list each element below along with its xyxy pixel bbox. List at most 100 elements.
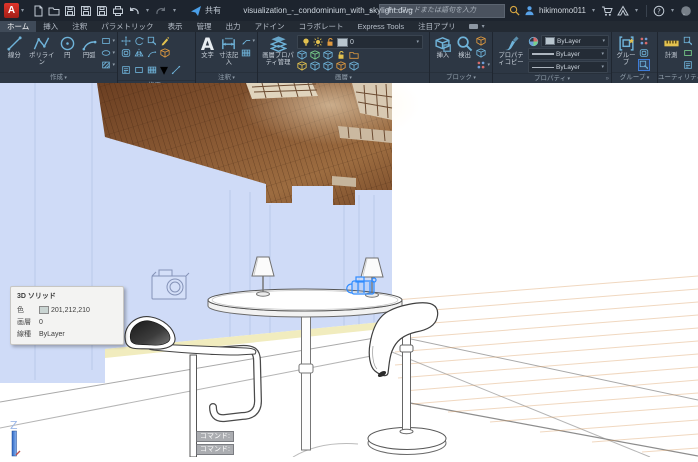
tab-home[interactable]: ホーム	[0, 21, 36, 32]
hatch-tool[interactable]: ▾	[101, 60, 115, 70]
ellipse-tool[interactable]: ▾	[101, 48, 115, 58]
scale-tool-icon[interactable]	[134, 65, 144, 75]
stretch-tool-icon[interactable]	[121, 65, 131, 75]
block-attributes-tool[interactable]: ▾	[476, 60, 490, 70]
panel-label-layers[interactable]: 画層	[258, 72, 429, 83]
panel-annotation: 文字 寸法記入 ▾ 注釈	[196, 32, 258, 83]
open-file-icon[interactable]	[48, 5, 60, 17]
group-edit-tool[interactable]	[639, 48, 649, 58]
panel-label-utilities[interactable]: ユーティリティ	[658, 72, 698, 83]
text-button[interactable]: 文字	[199, 34, 216, 61]
arc-button[interactable]: 円弧	[79, 34, 100, 61]
group-selection-toggle[interactable]	[639, 60, 649, 70]
match-properties-button[interactable]: プロパティコピー	[496, 34, 526, 67]
tab-express-tools[interactable]: Express Tools	[351, 21, 412, 32]
layer-thaw-tool-icon[interactable]	[323, 61, 333, 71]
rectangle-tool[interactable]: ▾	[101, 36, 115, 46]
quick-calc-tool[interactable]	[683, 48, 693, 58]
table-tool[interactable]	[241, 48, 255, 58]
panel-label-draw[interactable]: 作成	[0, 72, 117, 83]
layer-thaw-sun-icon	[313, 37, 323, 47]
layer-walk-tool-icon[interactable]	[349, 61, 359, 71]
save-all-icon[interactable]	[96, 5, 108, 17]
undo-icon[interactable]	[128, 5, 140, 17]
leader-tool[interactable]: ▾	[241, 36, 255, 46]
layer-dropdown-caret-icon[interactable]: ▾	[416, 39, 419, 45]
layer-unlock-tool-icon[interactable]	[336, 61, 346, 71]
tab-addins[interactable]: アドイン	[248, 21, 292, 32]
new-file-icon[interactable]	[32, 5, 44, 17]
trim-tool-icon[interactable]	[147, 36, 157, 46]
drawing-viewport[interactable]: Z 3D ソリッド 色 201,212,210 画層 0 線種 ByLayer	[0, 83, 698, 457]
array-caret-icon[interactable]: ▾	[160, 60, 168, 80]
app-menu-button[interactable]: A	[4, 3, 19, 18]
username[interactable]: hikimomo011	[539, 6, 586, 15]
explode-tool-icon[interactable]	[160, 48, 170, 58]
polyline-button[interactable]: ポリライン	[28, 34, 56, 67]
save-icon[interactable]	[64, 5, 76, 17]
help-caret-icon[interactable]: ▾	[671, 7, 674, 14]
circle-button[interactable]: 円	[58, 34, 77, 61]
share-button[interactable]: 共有	[190, 5, 221, 17]
tab-annotate[interactable]: 注釈	[65, 21, 94, 32]
dimension-button[interactable]: 寸法記入	[218, 34, 239, 67]
ribbon-display-toggle[interactable]: ▾	[463, 21, 493, 32]
id-point-tool[interactable]	[683, 60, 693, 70]
help-icon[interactable]	[653, 5, 665, 17]
fillet-tool-icon[interactable]	[147, 48, 157, 58]
app-menu-caret-icon[interactable]: ▾	[21, 7, 24, 14]
qat-customize-caret-icon[interactable]: ▾	[173, 7, 176, 14]
lineweight-dropdown[interactable]: ByLayer ▾	[528, 48, 608, 60]
layer-unisolate-tool-icon[interactable]	[310, 61, 320, 71]
autodesk-caret-icon[interactable]: ▾	[635, 7, 638, 14]
block-define-tool[interactable]	[476, 48, 490, 58]
undo-caret-icon[interactable]: ▾	[146, 7, 149, 14]
measure-button[interactable]: 計測	[661, 34, 681, 61]
lengthen-tool-icon[interactable]	[171, 65, 181, 75]
tab-output[interactable]: 出力	[219, 21, 248, 32]
color-wheel-icon[interactable]	[528, 36, 539, 47]
block-edit-tool[interactable]	[476, 36, 490, 46]
mirror-tool-icon[interactable]	[134, 48, 144, 58]
array-tool-icon[interactable]	[147, 65, 157, 75]
plot-icon[interactable]	[112, 5, 124, 17]
layer-properties-button[interactable]: 画層プロパティ管理	[261, 34, 295, 67]
layer-dropdown[interactable]: 0 ▾	[297, 35, 423, 49]
detect-button[interactable]: 検出	[455, 34, 475, 61]
layer-freeze-tool-icon[interactable]	[323, 50, 333, 60]
account-caret-icon[interactable]: ▾	[592, 7, 595, 14]
tab-insert[interactable]: 挿入	[36, 21, 65, 32]
panel-label-block[interactable]: ブロック	[430, 72, 492, 83]
ungroup-tool[interactable]	[639, 36, 649, 46]
line-button[interactable]: 線分	[3, 34, 26, 61]
panel-label-groups[interactable]: グループ	[612, 72, 657, 83]
layer-isolate-tool-icon[interactable]	[310, 50, 320, 60]
offset-tool-icon[interactable]	[121, 48, 131, 58]
tab-collaborate[interactable]: コラボレート	[292, 21, 351, 32]
panel-label-annotation[interactable]: 注釈	[196, 72, 257, 83]
tab-parametric[interactable]: パラメトリック	[94, 21, 160, 32]
layer-on-tool-icon[interactable]	[297, 61, 307, 71]
tab-manage[interactable]: 管理	[190, 21, 219, 32]
move-tool-icon[interactable]	[121, 36, 131, 46]
user-avatar-icon[interactable]	[524, 5, 535, 16]
tab-featured-apps[interactable]: 注目アプリ	[411, 21, 463, 32]
redo-icon[interactable]	[155, 5, 167, 17]
layer-match-tool-icon[interactable]	[349, 50, 359, 60]
search-icon[interactable]	[509, 5, 520, 16]
rotate-tool-icon[interactable]	[134, 36, 144, 46]
linetype-dropdown[interactable]: ByLayer ▾	[528, 61, 608, 73]
save-as-icon[interactable]	[80, 5, 92, 17]
layer-lock-tool-icon[interactable]	[336, 50, 346, 60]
group-button[interactable]: グループ	[615, 34, 637, 67]
quick-select-tool[interactable]	[683, 36, 693, 46]
scene-3d[interactable]: Z	[0, 83, 698, 457]
insert-block-button[interactable]: 挿入	[433, 34, 453, 61]
erase-tool-icon[interactable]	[160, 36, 170, 46]
app-store-cart-icon[interactable]	[601, 5, 613, 17]
object-color-dropdown[interactable]: ByLayer ▾	[541, 35, 609, 47]
feedback-bubble-icon[interactable]	[680, 5, 692, 17]
autodesk-logo-icon[interactable]	[617, 5, 629, 17]
tab-view[interactable]: 表示	[161, 21, 190, 32]
layer-off-tool-icon[interactable]	[297, 50, 307, 60]
